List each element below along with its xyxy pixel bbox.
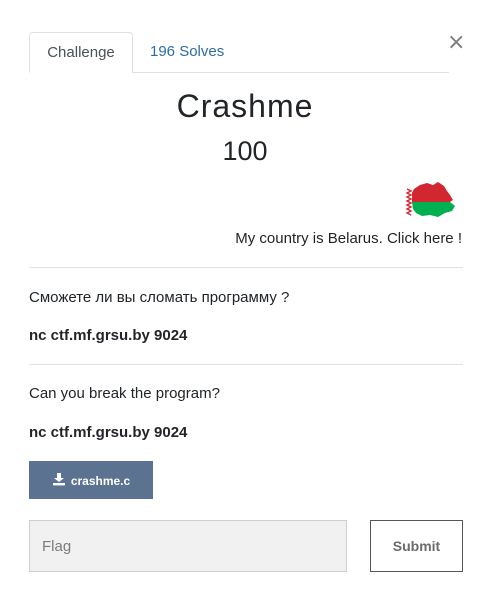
challenge-points: 100 bbox=[222, 136, 268, 166]
flag-input[interactable] bbox=[29, 520, 347, 572]
submit-button[interactable]: Submit bbox=[370, 520, 463, 572]
tab-solves[interactable]: 196 Solves bbox=[134, 32, 240, 72]
download-file-label: crashme.c bbox=[70, 473, 131, 488]
divider bbox=[29, 267, 463, 268]
description-english: Can you break the program? bbox=[29, 385, 220, 402]
connection-command-2: nc ctf.mf.grsu.by 9024 bbox=[29, 424, 188, 441]
country-link[interactable]: My country is Belarus. Click here ! bbox=[235, 230, 462, 247]
description-russian: Сможете ли вы сломать программу ? bbox=[29, 289, 290, 306]
divider bbox=[29, 364, 463, 365]
belarus-map-flag-icon[interactable] bbox=[400, 180, 460, 220]
download-icon bbox=[52, 472, 65, 486]
close-icon[interactable]: × bbox=[447, 32, 465, 54]
challenge-title: Crashme bbox=[176, 88, 314, 124]
tab-bar: Challenge 196 Solves bbox=[29, 32, 449, 73]
challenge-modal: Challenge 196 Solves × Crashme 100 My co… bbox=[0, 0, 483, 609]
tab-challenge[interactable]: Challenge bbox=[29, 32, 133, 73]
connection-command-1: nc ctf.mf.grsu.by 9024 bbox=[29, 327, 188, 344]
download-file-button[interactable]: crashme.c bbox=[29, 461, 153, 499]
